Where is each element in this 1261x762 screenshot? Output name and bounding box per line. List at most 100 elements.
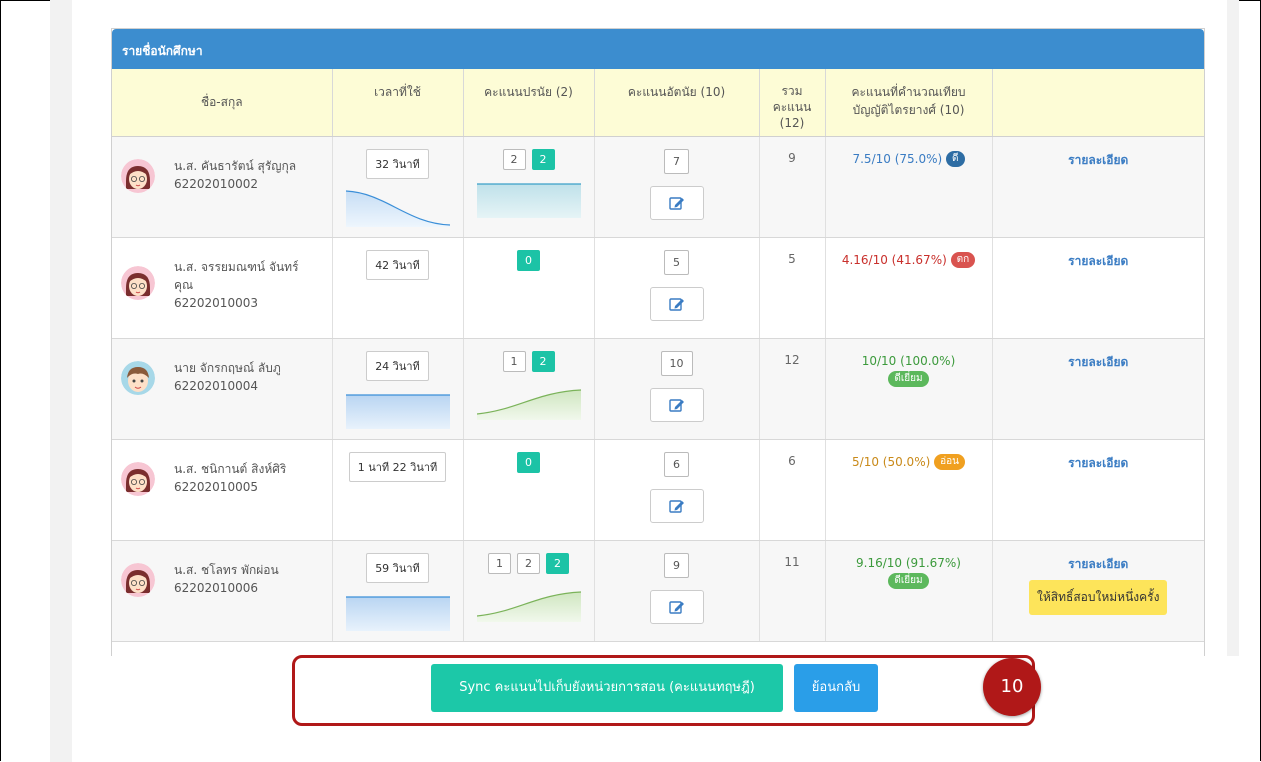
calculated-score: 7.5/10 (75.0%) [852,151,943,166]
col-header-action [992,69,1204,137]
step-number-badge: 10 [983,658,1041,716]
time-used: 1 นาที 22 วินาที [348,451,447,482]
col-header-name: ชื่อ-สกุล [112,69,333,137]
edit-score-button[interactable] [649,488,704,523]
student-name-line2: คุณ [174,277,194,292]
posttest-score: 9 [664,552,689,578]
time-used: 59 วินาที [366,552,429,583]
calculated-score-cell: 7.5/10 (75.0%) ดี [825,136,993,238]
pretest-attempt-score: 2 [546,552,569,574]
table-row: นาย จักรกฤษณ์ ลับภู 62202010004 24 วินาที 1… [112,338,1204,440]
posttest-cell: 9 [594,540,760,642]
time-cell: 32 วินาที [332,136,464,238]
posttest-cell: 5 [594,237,760,339]
calculated-score: 9.16/10 (91.67%) [856,555,961,570]
student-name-line1: น.ส. ชโลทร พักผ่อน [174,562,279,577]
student-name-line2: 62202010004 [174,378,258,393]
col-header-calculated: คะแนนที่คำนวณเทียบ บัญญัติไตรยางศ์ (10) [825,69,993,137]
page-gutter-left [50,0,72,762]
action-cell: รายละเอียด [992,338,1204,440]
pretest-attempt-score: 2 [531,148,555,170]
pretest-cell: 0 [463,439,595,541]
time-used: 42 วินาที [366,249,429,280]
student-name-line2: 62202010002 [174,176,258,191]
student-name-cell: น.ส. คันธารัตน์ สุรัญกุล 62202010002 [112,136,333,238]
detail-link[interactable]: รายละเอียด [994,454,1204,473]
girl-avatar [121,265,155,300]
time-sparkline [345,393,450,429]
edit-score-button[interactable] [649,286,704,321]
pretest-sparkline [476,590,581,622]
calculated-score-cell: 5/10 (50.0%) อ่อน [825,439,993,541]
pretest-attempt-score: 1 [488,552,511,574]
grade-badge: ตก [950,252,976,268]
student-name-line2: 62202010005 [174,479,258,494]
pretest-attempt-score: 2 [502,148,526,170]
total-header-line3: (12) [779,116,805,130]
total-score: 5 [759,237,826,339]
total-score: 6 [759,439,826,541]
total-header-line1: รวม [781,84,803,98]
table-row: น.ส. จรรยมณฑน์ จันทร์ คุณ 62202010003 42 วิ… [112,237,1204,339]
posttest-score: 6 [664,451,689,477]
table-row: น.ส. ชนิกานต์ สิงห์ศิริ 62202010005 1 นาที… [112,439,1204,541]
time-sparkline [345,189,450,227]
edit-score-button[interactable] [649,589,704,624]
pretest-cell: 122 [463,540,595,642]
action-cell: รายละเอียด [992,237,1204,339]
posttest-cell: 6 [594,439,760,541]
table-row: น.ส. ชโลทร พักผ่อน 62202010006 59 วินาที 1 2… [112,540,1204,642]
calculated-score-cell: 9.16/10 (91.67%) ดีเยี่ยม [825,540,993,642]
pretest-attempt-score: 0 [517,451,540,473]
time-used: 24 วินาที [366,350,429,381]
total-score: 9 [759,136,826,238]
pretest-cell: 0 [463,237,595,339]
time-cell: 59 วินาที [332,540,464,642]
posttest-score: 10 [660,350,693,376]
detail-link[interactable]: รายละเอียด [994,151,1204,170]
col-header-total: รวม คะแนน (12) [759,69,826,137]
student-name-cell: น.ส. ชนิกานต์ สิงห์ศิริ 62202010005 [112,439,333,541]
total-score: 11 [759,540,826,642]
student-name: น.ส. จรรยมณฑน์ จันทร์ คุณ 62202010003 [174,258,331,312]
time-sparkline [345,595,450,631]
action-cell: รายละเอียดให้สิทธิ์สอบใหม่หนึ่งครั้ง [992,540,1204,642]
detail-link[interactable]: รายละเอียด [994,555,1204,574]
student-name: นาย จักรกฤษณ์ ลับภู 62202010004 [174,359,331,395]
time-cell: 42 วินาที [332,237,464,339]
grade-badge: ดีเยี่ยม [888,370,929,387]
boy-avatar [121,360,155,395]
table-row: น.ส. คันธารัตน์ สุรัญกุล 62202010002 32 วิ… [112,136,1204,238]
calculated-score-cell: 4.16/10 (41.67%) ตก [825,237,993,339]
detail-link[interactable]: รายละเอียด [994,353,1204,372]
pretest-cell: 12 [463,338,595,440]
table-header-row: ชื่อ-สกุล เวลาที่ใช้ คะแนนปรนัย (2) คะแน… [112,69,1204,137]
pretest-attempt-score: 2 [517,552,540,574]
total-score: 12 [759,338,826,440]
pretest-scores: 12 [502,350,555,372]
pretest-attempt-score: 2 [531,350,555,372]
grant-retake-button[interactable]: ให้สิทธิ์สอบใหม่หนึ่งครั้ง [1029,579,1168,615]
girl-avatar [121,461,155,496]
action-cell: รายละเอียด [992,136,1204,238]
edit-score-button[interactable] [649,387,704,422]
pretest-scores: 122 [488,552,569,574]
student-name-line1: น.ส. คันธารัตน์ สุรัญกุล [174,158,297,173]
student-list-panel: รายชื่อนักศึกษา ชื่อ-สกุล เวลาที่ใช้ คะแ… [111,28,1205,658]
col-header-posttest: คะแนนอัตนัย (10) [594,69,760,137]
col-header-time: เวลาที่ใช้ [332,69,464,137]
student-name: น.ส. ชนิกานต์ สิงห์ศิริ 62202010005 [174,460,331,496]
calculated-score-cell: 10/10 (100.0%) ดีเยี่ยม [825,338,993,440]
detail-link[interactable]: รายละเอียด [994,252,1204,271]
calculated-score: 10/10 (100.0%) [861,353,956,368]
student-name-cell: น.ส. ชโลทร พักผ่อน 62202010006 [112,540,333,642]
time-used: 32 วินาที [366,148,429,179]
pretest-scores: 0 [517,249,540,271]
student-name-line3: 62202010003 [174,295,258,310]
calc-header-line2: บัญญัติไตรยางศ์ (10) [852,103,965,117]
time-cell: 1 นาที 22 วินาที [332,439,464,541]
student-name-cell: น.ส. จรรยมณฑน์ จันทร์ คุณ 62202010003 [112,237,333,339]
grade-badge: ดี [946,151,965,167]
col-header-pretest: คะแนนปรนัย (2) [463,69,595,137]
edit-score-button[interactable] [649,185,704,220]
